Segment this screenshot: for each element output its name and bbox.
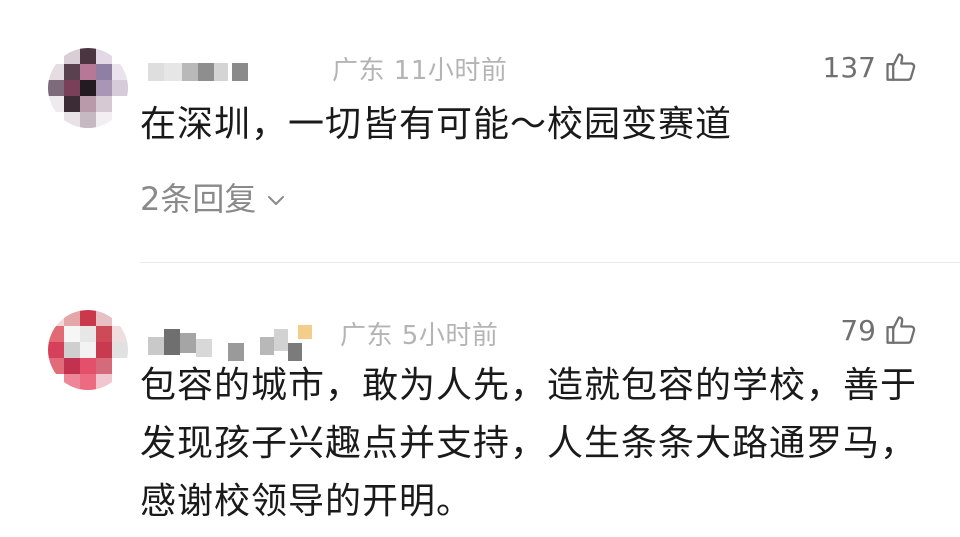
view-replies-button[interactable]: 2条回复	[140, 174, 286, 220]
like-button[interactable]: 79	[840, 313, 918, 347]
comment-item: 广东 5小时前 79 包容的城市，敢为人先，造就包容的学校，善于 发现孩子兴趣点…	[0, 263, 960, 537]
comment-text-line: 在深圳，一切皆有可能～校园变赛道	[140, 104, 733, 145]
user-avatar[interactable]	[48, 310, 128, 390]
comment-time: 5小时前	[401, 321, 499, 351]
user-avatar[interactable]	[48, 48, 128, 128]
comment-item: 广东 11小时前 137 在深圳，一切皆有可能～校园变赛道 2条回复	[0, 0, 960, 263]
comment-meta: 广东 5小时前	[340, 315, 498, 352]
comment-time: 11小时前	[393, 56, 508, 86]
comment-text-line: 发现孩子兴趣点并支持，人生条条大路通罗马，	[140, 423, 918, 464]
comment-location: 广东	[340, 321, 394, 351]
like-count: 137	[822, 50, 876, 84]
thumbs-up-icon	[884, 50, 918, 84]
chevron-down-icon	[266, 178, 286, 216]
comment-list: 广东 11小时前 137 在深圳，一切皆有可能～校园变赛道 2条回复 广东 5小…	[0, 0, 960, 537]
comment-text: 在深圳，一切皆有可能～校园变赛道	[140, 96, 920, 154]
like-count: 79	[840, 313, 876, 347]
comment-location: 广东	[332, 56, 386, 86]
comment-text-line: 感谢校领导的开明。	[140, 481, 474, 522]
thumbs-up-icon	[884, 313, 918, 347]
like-button[interactable]: 137	[823, 50, 918, 84]
replies-label: 2条回复	[140, 180, 257, 218]
comment-text-line: 包容的城市，敢为人先，造就包容的学校，善于	[140, 365, 918, 406]
comment-meta: 广东 11小时前	[332, 50, 507, 87]
username[interactable]	[148, 325, 314, 361]
username[interactable]	[148, 63, 248, 81]
comment-text: 包容的城市，敢为人先，造就包容的学校，善于 发现孩子兴趣点并支持，人生条条大路通…	[140, 357, 920, 531]
